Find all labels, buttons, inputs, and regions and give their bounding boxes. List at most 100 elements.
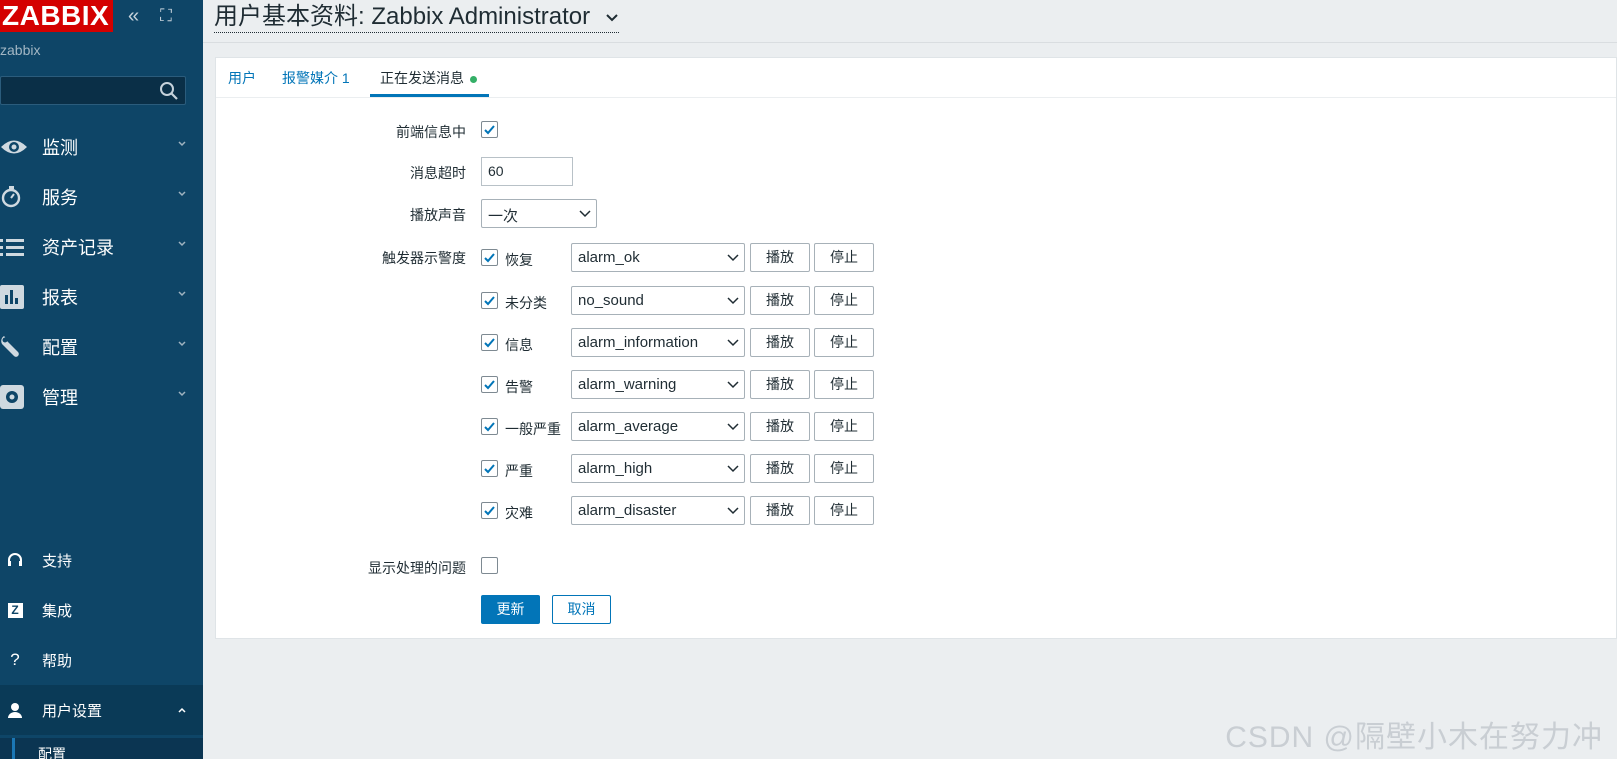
play-button[interactable]: 播放 <box>750 370 810 399</box>
update-button[interactable]: 更新 <box>481 595 540 624</box>
chevron-down-icon <box>178 291 186 297</box>
stop-button[interactable]: 停止 <box>814 243 874 272</box>
menu-item-help[interactable]: ? 帮助 <box>0 635 203 685</box>
check-icon <box>484 464 495 474</box>
tab-messaging[interactable]: 正在发送消息 <box>370 68 489 97</box>
kiosk-mode-icon[interactable]: ⛶ <box>160 6 172 26</box>
chevron-down-icon <box>178 241 186 247</box>
severity-checkbox-disaster[interactable] <box>481 502 498 519</box>
stop-button[interactable]: 停止 <box>814 370 874 399</box>
severity-sound-select[interactable]: alarm_information <box>571 328 745 357</box>
menu-item-reports[interactable]: 报表 <box>0 272 203 322</box>
help-label: 帮助 <box>42 652 73 670</box>
severity-sound-select[interactable]: alarm_high <box>571 454 745 483</box>
tab-bar: 用户 报警媒介 1 正在发送消息 <box>216 58 1616 98</box>
header-divider <box>203 42 1617 43</box>
severity-checkbox-recovery[interactable] <box>481 249 498 266</box>
chevron-down-icon <box>178 191 186 197</box>
active-indicator <box>12 738 15 759</box>
menu-item-label: 管理 <box>42 388 78 408</box>
list-icon <box>0 237 42 257</box>
help-icon: ? <box>10 650 20 669</box>
severity-sound-select[interactable]: no_sound <box>571 286 745 315</box>
chevron-down-icon <box>727 254 739 262</box>
play-button[interactable]: 播放 <box>750 328 810 357</box>
menu-item-services[interactable]: 服务 <box>0 172 203 222</box>
menu-item-inventory[interactable]: 资产记录 <box>0 222 203 272</box>
stop-button[interactable]: 停止 <box>814 286 874 315</box>
severity-label: 灾难 <box>505 505 533 521</box>
active-status-dot <box>470 75 477 83</box>
stop-button[interactable]: 停止 <box>814 496 874 525</box>
submenu-item-config[interactable]: 配置 <box>0 738 203 759</box>
play-sound-label: 播放声音 <box>410 207 466 223</box>
show-suppressed-checkbox[interactable] <box>481 557 498 574</box>
menu-item-monitoring[interactable]: 监测 <box>0 122 203 172</box>
chevron-down-icon <box>579 210 591 218</box>
severity-checkbox-average[interactable] <box>481 418 498 435</box>
tab-user[interactable]: 用户 <box>228 68 256 96</box>
play-button[interactable]: 播放 <box>750 454 810 483</box>
user-settings-label: 用户设置 <box>42 702 103 720</box>
bar-chart-icon <box>0 285 42 309</box>
severity-label: 恢复 <box>505 252 533 268</box>
play-button[interactable]: 播放 <box>750 412 810 441</box>
chevron-down-icon <box>727 423 739 431</box>
trigger-severity-label: 触发器示警度 <box>382 250 466 266</box>
search-input[interactable] <box>0 76 186 105</box>
stop-button[interactable]: 停止 <box>814 412 874 441</box>
menu-item-label: 报表 <box>42 288 78 308</box>
menu-item-configuration[interactable]: 配置 <box>0 322 203 372</box>
severity-sound-select[interactable]: alarm_average <box>571 412 745 441</box>
chevron-up-icon <box>178 707 186 713</box>
menu-item-integrations[interactable]: Z 集成 <box>0 585 203 635</box>
menu-item-label: 配置 <box>42 338 78 358</box>
severity-checkbox-high[interactable] <box>481 460 498 477</box>
collapse-sidebar-icon[interactable]: « <box>128 6 139 26</box>
severity-sound-select[interactable]: alarm_disaster <box>571 496 745 525</box>
menu-item-administration[interactable]: 管理 <box>0 372 203 422</box>
menu-item-label: 资产记录 <box>42 238 114 258</box>
severity-checkbox-warning[interactable] <box>481 376 498 393</box>
search-icon[interactable] <box>159 81 179 101</box>
zabbix-z-icon: Z <box>0 602 30 618</box>
check-icon <box>484 422 495 432</box>
stopwatch-icon <box>0 185 42 209</box>
menu-item-support[interactable]: 支持 <box>0 535 203 585</box>
severity-sound-select[interactable]: alarm_ok <box>571 243 745 272</box>
chevron-down-icon <box>727 507 739 515</box>
severity-label: 严重 <box>505 463 533 479</box>
form-panel: 用户 报警媒介 1 正在发送消息 前端信息中 消息超时 60 播放声音 一次 触… <box>215 57 1617 639</box>
page-title-text: 用户基本资料: Zabbix Administrator <box>214 3 591 30</box>
chevron-down-icon <box>727 465 739 473</box>
watermark: CSDN @隔壁小木在努力冲 <box>1225 721 1603 754</box>
chevron-down-icon <box>178 391 186 397</box>
page-title[interactable]: 用户基本资料: Zabbix Administrator <box>214 2 619 33</box>
server-name: zabbix <box>0 42 41 58</box>
play-button[interactable]: 播放 <box>750 496 810 525</box>
menu-item-user-settings[interactable]: 用户设置 <box>0 685 203 735</box>
stop-button[interactable]: 停止 <box>814 454 874 483</box>
tab-media[interactable]: 报警媒介 1 <box>282 68 350 96</box>
show-suppressed-label: 显示处理的问题 <box>368 560 466 576</box>
zabbix-logo[interactable]: ZABBIX <box>0 0 114 32</box>
frontend-messaging-checkbox[interactable] <box>481 121 498 138</box>
play-button[interactable]: 播放 <box>750 286 810 315</box>
submenu-config-label: 配置 <box>38 746 66 759</box>
play-sound-value: 一次 <box>488 208 519 225</box>
check-icon <box>484 253 495 263</box>
message-timeout-input[interactable]: 60 <box>481 157 573 186</box>
headset-icon <box>0 552 30 568</box>
severity-checkbox-information[interactable] <box>481 334 498 351</box>
play-sound-select[interactable]: 一次 <box>481 199 597 228</box>
chevron-down-icon <box>178 341 186 347</box>
severity-sound-select[interactable]: alarm_warning <box>571 370 745 399</box>
chevron-down-icon <box>606 13 618 22</box>
cancel-button[interactable]: 取消 <box>552 595 611 624</box>
menu-item-label: 服务 <box>42 188 78 208</box>
severity-checkbox-not-classified[interactable] <box>481 292 498 309</box>
stop-button[interactable]: 停止 <box>814 328 874 357</box>
support-label: 支持 <box>42 552 73 570</box>
play-button[interactable]: 播放 <box>750 243 810 272</box>
gear-icon <box>0 385 42 409</box>
